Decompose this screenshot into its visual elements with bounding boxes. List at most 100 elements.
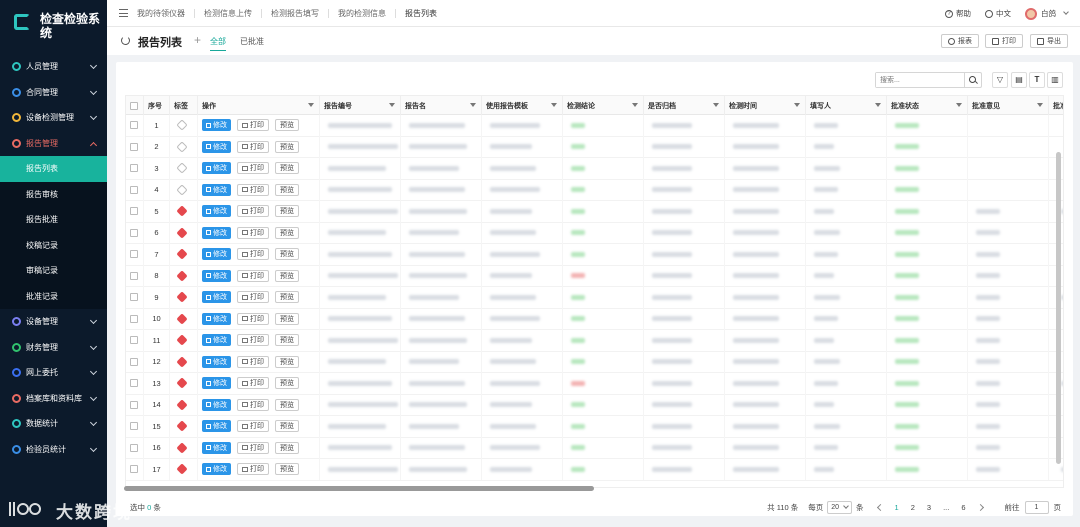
row-checkbox[interactable] (126, 372, 144, 394)
preview-button[interactable]: 预览 (275, 162, 299, 175)
table-row[interactable]: 12 修改 打印 预览 (126, 351, 1063, 373)
row-tag[interactable] (170, 437, 198, 459)
column-header[interactable]: 是否归档 (644, 96, 725, 115)
column-header[interactable]: 填写人 (806, 96, 887, 115)
preview-button[interactable]: 预览 (275, 226, 299, 239)
sidebar-item-3[interactable]: 报告管理 (0, 131, 107, 157)
language-switch[interactable]: 中文 (985, 8, 1011, 19)
edit-button[interactable]: 修改 (202, 205, 231, 218)
row-checkbox[interactable] (126, 265, 144, 287)
row-print-button[interactable]: 打印 (237, 334, 269, 347)
row-print-button[interactable]: 打印 (237, 441, 269, 454)
edit-button[interactable]: 修改 (202, 183, 231, 196)
table-row[interactable]: 11 修改 打印 预览 (126, 329, 1063, 352)
edit-button[interactable]: 修改 (202, 248, 231, 261)
row-print-button[interactable]: 打印 (237, 162, 269, 175)
table-row[interactable]: 2 修改 打印 预览 (126, 136, 1063, 158)
row-print-button[interactable]: 打印 (237, 183, 269, 196)
sidebar-item-9[interactable]: 检验员统计 (0, 437, 107, 463)
sidebar-subitem-5[interactable]: 批准记录 (0, 283, 107, 309)
preview-button[interactable]: 预览 (275, 269, 299, 282)
column-header[interactable]: 批准意见 (968, 96, 1049, 115)
row-checkbox[interactable] (126, 437, 144, 459)
preview-button[interactable]: 预览 (275, 312, 299, 325)
edit-button[interactable]: 修改 (202, 226, 231, 239)
column-header[interactable]: 标签 (170, 96, 198, 115)
row-checkbox[interactable] (126, 136, 144, 158)
add-tab-icon[interactable]: + (194, 33, 201, 47)
save-icon[interactable]: ▤ (1011, 72, 1027, 88)
tab-all[interactable]: 全部 (210, 36, 226, 51)
goto-page-input[interactable]: 1 (1024, 501, 1049, 514)
row-checkbox[interactable] (126, 394, 144, 416)
filter-icon[interactable]: ▽ (992, 72, 1008, 88)
preview-button[interactable]: 预览 (275, 355, 299, 368)
page-size-select[interactable]: 20 (827, 501, 853, 514)
sidebar-item-6[interactable]: 网上委托 (0, 360, 107, 386)
row-print-button[interactable]: 打印 (237, 226, 269, 239)
sidebar-subitem-4[interactable]: 审稿记录 (0, 258, 107, 284)
font-size-icon[interactable]: T (1029, 72, 1045, 88)
row-checkbox[interactable] (126, 157, 144, 179)
preview-button[interactable]: 预览 (275, 119, 299, 132)
table-row[interactable]: 15 修改 打印 预览 (126, 415, 1063, 438)
row-tag[interactable] (170, 179, 198, 201)
row-tag[interactable] (170, 458, 198, 480)
breadcrumb-item[interactable]: 检测信息上传 (204, 8, 252, 19)
edit-button[interactable]: 修改 (202, 398, 231, 411)
sidebar-subitem-3[interactable]: 校稿记录 (0, 232, 107, 258)
edit-button[interactable]: 修改 (202, 420, 231, 433)
row-print-button[interactable]: 打印 (237, 119, 269, 132)
row-tag[interactable] (170, 286, 198, 308)
row-tag[interactable] (170, 394, 198, 416)
row-print-button[interactable]: 打印 (237, 312, 269, 325)
sidebar-item-7[interactable]: 档案库和资料库 (0, 386, 107, 412)
sidebar-item-8[interactable]: 数据统计 (0, 411, 107, 437)
row-checkbox[interactable] (126, 415, 144, 437)
edit-button[interactable]: 修改 (202, 312, 231, 325)
row-checkbox[interactable] (126, 286, 144, 308)
breadcrumb-item[interactable]: 我的待领仪器 (137, 8, 185, 19)
row-print-button[interactable]: 打印 (237, 463, 269, 476)
row-print-button[interactable]: 打印 (237, 205, 269, 218)
edit-button[interactable]: 修改 (202, 162, 231, 175)
row-tag[interactable] (170, 265, 198, 287)
edit-button[interactable]: 修改 (202, 291, 231, 304)
chart-icon[interactable]: ▥ (1047, 72, 1063, 88)
row-tag[interactable] (170, 200, 198, 222)
preview-button[interactable]: 预览 (275, 441, 299, 454)
table-row[interactable]: 5 修改 打印 预览 (126, 200, 1063, 223)
breadcrumb-item[interactable]: 检测报告填写 (271, 8, 319, 19)
search-input[interactable] (876, 73, 964, 87)
search-icon[interactable] (964, 73, 981, 87)
table-row[interactable]: 1 修改 打印 预览 (126, 114, 1063, 137)
row-print-button[interactable]: 打印 (237, 140, 269, 153)
help-link[interactable]: ? 帮助 (945, 8, 971, 19)
column-header[interactable]: 检测时间 (725, 96, 806, 115)
edit-button[interactable]: 修改 (202, 269, 231, 282)
sidebar-item-2[interactable]: 设备检测管理 (0, 105, 107, 131)
row-tag[interactable] (170, 136, 198, 158)
menu-toggle-icon[interactable] (119, 9, 128, 17)
row-checkbox[interactable] (126, 351, 144, 373)
preview-button[interactable]: 预览 (275, 334, 299, 347)
preview-button[interactable]: 预览 (275, 183, 299, 196)
table-row[interactable]: 16 修改 打印 预览 (126, 437, 1063, 459)
column-header[interactable]: 批准状态 (887, 96, 968, 115)
page-number[interactable]: 2 (911, 503, 915, 512)
row-checkbox[interactable] (126, 458, 144, 480)
row-tag[interactable] (170, 329, 198, 351)
row-print-button[interactable]: 打印 (237, 269, 269, 282)
row-checkbox[interactable] (126, 179, 144, 201)
table-row[interactable]: 13 修改 打印 预览 (126, 372, 1063, 395)
tab-approved[interactable]: 已批准 (240, 36, 264, 47)
row-checkbox[interactable] (126, 243, 144, 265)
sidebar-subitem-0[interactable]: 报告列表 (0, 156, 107, 182)
row-print-button[interactable]: 打印 (237, 248, 269, 261)
row-print-button[interactable]: 打印 (237, 355, 269, 368)
preview-button[interactable]: 预览 (275, 205, 299, 218)
prev-page-icon[interactable] (876, 503, 884, 512)
user-menu[interactable]: 白鸽 (1025, 7, 1069, 20)
table-row[interactable]: 10 修改 打印 预览 (126, 308, 1063, 330)
table-row[interactable]: 17 修改 打印 预览 (126, 458, 1063, 481)
